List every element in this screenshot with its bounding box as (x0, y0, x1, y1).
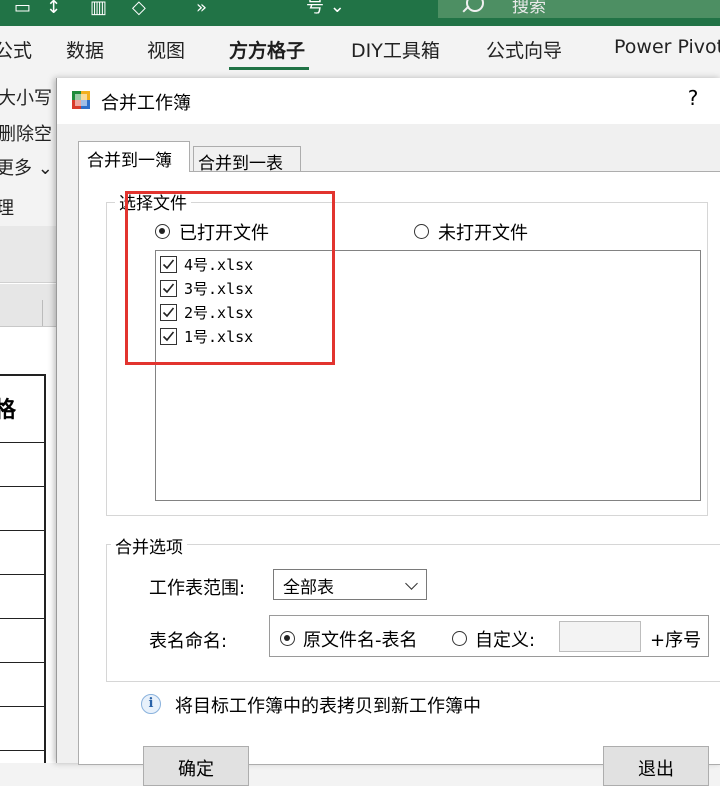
radio-opened-files-label[interactable]: 已打开文件 (179, 219, 269, 245)
sheet-range-value: 全部表 (283, 578, 334, 598)
excel-title-bar: ▭ ↕ ▥ ◇ » 号 ⌄ 搜索 (0, 0, 720, 26)
file-checkbox[interactable] (160, 280, 177, 297)
radio-unopened-files-label[interactable]: 未打开文件 (438, 219, 528, 245)
ribbon-case-button[interactable]: 大小写 (0, 84, 52, 110)
ribbon-group-label: 理 (0, 198, 14, 219)
exit-button[interactable]: 退出 (603, 746, 709, 786)
ribbon-remove-blank-button[interactable]: 删除空 (0, 120, 52, 146)
tab-label: 合并到一簿 (87, 151, 172, 171)
grid-line (0, 486, 46, 487)
ok-button-label: 确定 (178, 759, 214, 780)
tab-power-pivot[interactable]: Power Pivot (614, 36, 720, 58)
chart-icon[interactable]: ▥ (90, 0, 107, 18)
dialog-title: 合并工作簿 (101, 93, 191, 114)
merge-options-group (106, 544, 720, 682)
tab-merge-to-one-workbook[interactable]: 合并到一簿 (78, 141, 190, 172)
chevron-down-icon (405, 577, 418, 590)
tab-merge-to-one-sheet[interactable]: 合并到一表 (193, 146, 301, 174)
merge-workbook-dialog: 合并工作簿 ? 合并到一表 合并到一簿 选择文件 已打开文件 未打开文件 4号.… (56, 78, 720, 786)
cell-text: 格 (0, 398, 17, 423)
column-header (0, 284, 56, 327)
sheet-naming-label: 表名命名: (149, 631, 228, 652)
ribbon-tab-bar: 公式 数据 视图 方方格子 DIY工具箱 公式向导 Power Pivot (0, 26, 720, 76)
qat-font-dropdown[interactable]: 号 ⌄ (306, 0, 345, 16)
info-text: 将目标工作簿中的表拷贝到新工作簿中 (175, 696, 481, 717)
radio-unopened-files[interactable] (414, 224, 429, 239)
radio-custom-name[interactable] (452, 631, 467, 646)
info-icon: i (141, 694, 161, 714)
grid-line (0, 618, 46, 619)
sheet-range-dropdown[interactable]: 全部表 (273, 569, 427, 600)
shapes-icon[interactable]: ◇ (132, 0, 146, 18)
file-name: 2号.xlsx (184, 304, 254, 322)
tab-view[interactable]: 视图 (147, 36, 185, 63)
radio-custom-name-label[interactable]: 自定义: (475, 626, 535, 652)
file-checkbox[interactable] (160, 328, 177, 345)
grid-line (0, 706, 46, 707)
merge-options-legend: 合并选项 (111, 533, 187, 558)
undo-icon[interactable]: ▭ (14, 0, 31, 18)
tab-diy-toolbox[interactable]: DIY工具箱 (351, 36, 440, 63)
file-list[interactable]: 4号.xlsx 3号.xlsx 2号.xlsx 1号.xlsx (155, 250, 701, 501)
tab-fangfang[interactable]: 方方格子 (229, 36, 305, 63)
file-name: 4号.xlsx (184, 256, 254, 274)
sort-icon[interactable]: ↕ (46, 0, 61, 18)
radio-original-name-label[interactable]: 原文件名-表名 (303, 626, 418, 652)
ok-button[interactable]: 确定 (143, 746, 249, 786)
more-commands-icon[interactable]: » (196, 0, 207, 18)
tab-formula-wizard[interactable]: 公式向导 (486, 36, 562, 63)
grid-line (0, 750, 46, 751)
sheet-range-label: 工作表范围: (149, 578, 246, 599)
formula-bar (0, 226, 56, 283)
file-checkbox[interactable] (160, 304, 177, 321)
grid-line (0, 574, 46, 575)
grid-line (0, 374, 46, 376)
grid-line (44, 374, 46, 763)
grid-line (0, 530, 46, 531)
file-checkbox[interactable] (160, 256, 177, 273)
grid-line (0, 442, 46, 443)
dialog-title-bar[interactable]: 合并工作簿 ? (57, 78, 720, 124)
grid-line (0, 662, 46, 663)
search-placeholder: 搜索 (512, 0, 546, 17)
custom-name-input[interactable] (559, 621, 641, 652)
ribbon-body: 大小写 删除空 更多 ⌄ 理 (0, 76, 58, 226)
exit-button-label: 退出 (638, 759, 674, 780)
column-separator (42, 300, 43, 326)
file-name: 3号.xlsx (184, 280, 254, 298)
radio-opened-files[interactable] (155, 224, 170, 239)
select-files-legend: 选择文件 (115, 189, 191, 214)
help-button[interactable]: ? (683, 86, 703, 110)
file-name: 1号.xlsx (184, 328, 254, 346)
serial-suffix-label: +序号 (650, 630, 702, 651)
tab-data[interactable]: 数据 (66, 36, 104, 63)
radio-original-name[interactable] (280, 631, 295, 646)
active-tab-indicator (229, 67, 309, 70)
tab-formulas[interactable]: 公式 (0, 36, 32, 63)
app-icon (72, 91, 90, 109)
ribbon-more-button[interactable]: 更多 ⌄ (0, 154, 53, 180)
